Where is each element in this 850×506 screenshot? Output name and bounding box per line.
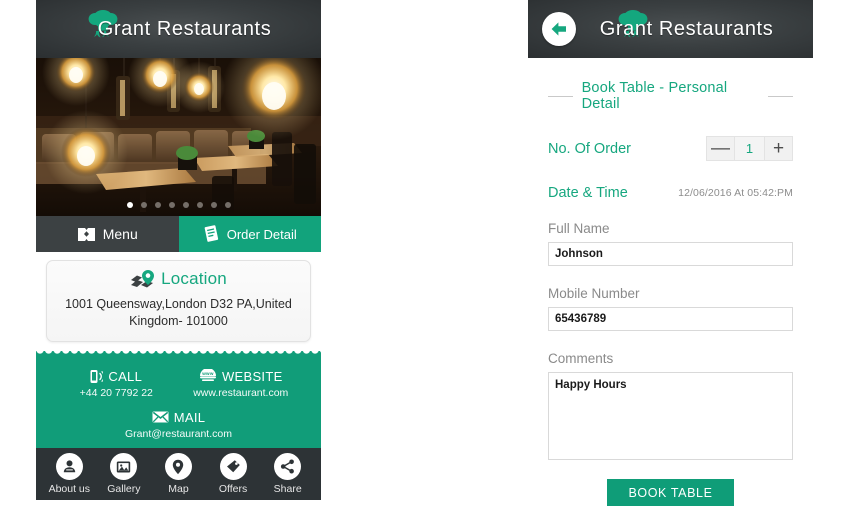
contact-mail[interactable]: MAIL Grant@restaurant.com — [50, 410, 307, 440]
full-name-input[interactable] — [548, 242, 793, 266]
book-table-screen: Grant Restaurants Book Table - Personal … — [528, 0, 813, 506]
map-pin-icon — [131, 270, 155, 288]
tag-icon — [226, 460, 240, 473]
datetime-label: Date & Time — [548, 185, 628, 201]
carousel-dot-4[interactable] — [168, 202, 175, 208]
person-icon — [63, 460, 75, 473]
booking-form: Book Table - Personal Detail No. Of Orde… — [528, 80, 813, 506]
back-arrow-icon — [551, 22, 566, 36]
contact-section: CALL +44 20 7792 22 www WEBSITE www.rest… — [36, 349, 321, 454]
call-header: CALL — [54, 369, 179, 384]
tab-menu[interactable]: Menu — [36, 216, 179, 252]
section-title: Book Table - Personal Detail — [548, 80, 793, 112]
carousel-dot-3[interactable] — [154, 202, 161, 208]
comments-label: Comments — [548, 351, 614, 366]
content-tabs: Menu Order Detail — [36, 216, 321, 252]
mail-header: MAIL — [50, 410, 307, 425]
brand-title-right: Grant Restaurants — [594, 18, 774, 41]
share-icon — [281, 459, 295, 474]
nav-item-offers[interactable]: Offers — [207, 453, 259, 495]
location-card[interactable]: Location 1001 Queensway,London D32 PA,Un… — [46, 260, 311, 342]
brand-logo: Grant Restaurants — [86, 0, 272, 58]
quantity-stepper: — 1 + — [706, 136, 793, 161]
brand-title: Grant Restaurants — [92, 18, 272, 41]
phone-icon — [90, 369, 104, 383]
location-address: 1001 Queensway,London D32 PA,United King… — [65, 297, 292, 328]
gallery-icon-circle — [110, 453, 138, 480]
comments-textarea[interactable] — [548, 372, 793, 460]
decrement-button[interactable]: — — [706, 136, 735, 161]
photo-icon — [117, 461, 131, 472]
brand-title-text: Grant Restaurants — [97, 17, 272, 40]
full-name-label: Full Name — [548, 221, 610, 236]
bottom-navigation: About us Gallery Map Offers Share — [36, 448, 321, 500]
submit-row: BOOK TABLE — [548, 479, 793, 506]
restaurant-interior-image — [36, 58, 321, 216]
tab-menu-label: Menu — [102, 226, 138, 242]
order-count-label: No. Of Order — [548, 140, 631, 157]
mail-value: Grant@restaurant.com — [125, 427, 232, 440]
website-header: www WEBSITE — [179, 369, 304, 384]
carousel-dot-8[interactable] — [224, 202, 231, 208]
nav-label-about-us: About us — [48, 483, 91, 495]
map-icon-circle — [164, 453, 192, 480]
carousel-dot-5[interactable] — [182, 202, 189, 208]
brand-title-right-text: Grant Restaurants — [599, 17, 774, 40]
svg-text:www: www — [201, 371, 214, 376]
nav-label-share: Share — [273, 483, 302, 495]
location-section: Location 1001 Queensway,London D32 PA,Un… — [36, 252, 321, 342]
scallop-divider — [36, 349, 321, 358]
call-value: +44 20 7792 22 — [79, 386, 153, 399]
location-title: Location — [161, 269, 227, 288]
carousel-dot-6[interactable] — [196, 202, 203, 208]
mail-label: MAIL — [173, 409, 206, 425]
brand-logo-right: Grant Restaurants — [576, 0, 813, 58]
pin-icon — [173, 459, 184, 474]
order-count-row: No. Of Order — 1 + — [548, 136, 793, 161]
increment-button[interactable]: + — [764, 136, 793, 161]
quantity-value: 1 — [735, 136, 764, 161]
carousel-dot-2[interactable] — [140, 202, 147, 208]
contact-website[interactable]: www WEBSITE www.restaurant.com — [179, 369, 304, 399]
website-label: WEBSITE — [221, 368, 283, 384]
datetime-value: 12/06/2016 At 05:42:PM — [678, 187, 793, 199]
contact-call[interactable]: CALL +44 20 7792 22 — [54, 369, 179, 399]
app-header-left: Grant Restaurants — [36, 0, 321, 58]
offers-icon-circle — [219, 453, 247, 480]
photo-carousel[interactable] — [36, 58, 321, 216]
contact-row: CALL +44 20 7792 22 www WEBSITE www.rest… — [50, 369, 307, 399]
nav-item-gallery[interactable]: Gallery — [98, 453, 150, 495]
mobile-number-label: Mobile Number — [548, 286, 640, 301]
about-us-icon-circle — [55, 453, 83, 480]
nav-label-offers: Offers — [218, 483, 248, 495]
website-value: www.restaurant.com — [193, 386, 289, 399]
mobile-number-input[interactable] — [548, 307, 793, 331]
open-book-icon — [77, 227, 95, 241]
tab-order-detail-label: Order Detail — [226, 226, 297, 242]
book-table-button[interactable]: BOOK TABLE — [607, 479, 734, 506]
envelope-icon — [152, 411, 169, 423]
location-header: Location — [57, 269, 300, 289]
section-title-text: Book Table - Personal Detail — [581, 80, 728, 112]
nav-item-about-us[interactable]: About us — [43, 453, 95, 495]
nav-label-map: Map — [168, 483, 189, 495]
call-label: CALL — [108, 368, 143, 384]
carousel-dot-7[interactable] — [210, 202, 217, 208]
receipt-document-icon — [204, 225, 218, 242]
back-button[interactable] — [542, 12, 576, 46]
tab-order-detail[interactable]: Order Detail — [178, 216, 321, 252]
nav-label-gallery: Gallery — [107, 483, 141, 495]
restaurant-detail-screen: Grant Restaurants Menu Order Detail Loca… — [36, 0, 321, 500]
datetime-row[interactable]: Date & Time 12/06/2016 At 05:42:PM — [548, 185, 793, 201]
rule-right — [768, 95, 793, 97]
nav-item-share[interactable]: Share — [262, 453, 314, 495]
www-globe-icon: www — [199, 369, 216, 382]
rule-left — [548, 95, 573, 97]
app-header-right: Grant Restaurants — [528, 0, 813, 58]
nav-item-map[interactable]: Map — [152, 453, 204, 495]
carousel-dot-1[interactable] — [126, 202, 133, 208]
carousel-dots[interactable] — [36, 202, 321, 208]
share-icon-circle — [274, 453, 302, 480]
